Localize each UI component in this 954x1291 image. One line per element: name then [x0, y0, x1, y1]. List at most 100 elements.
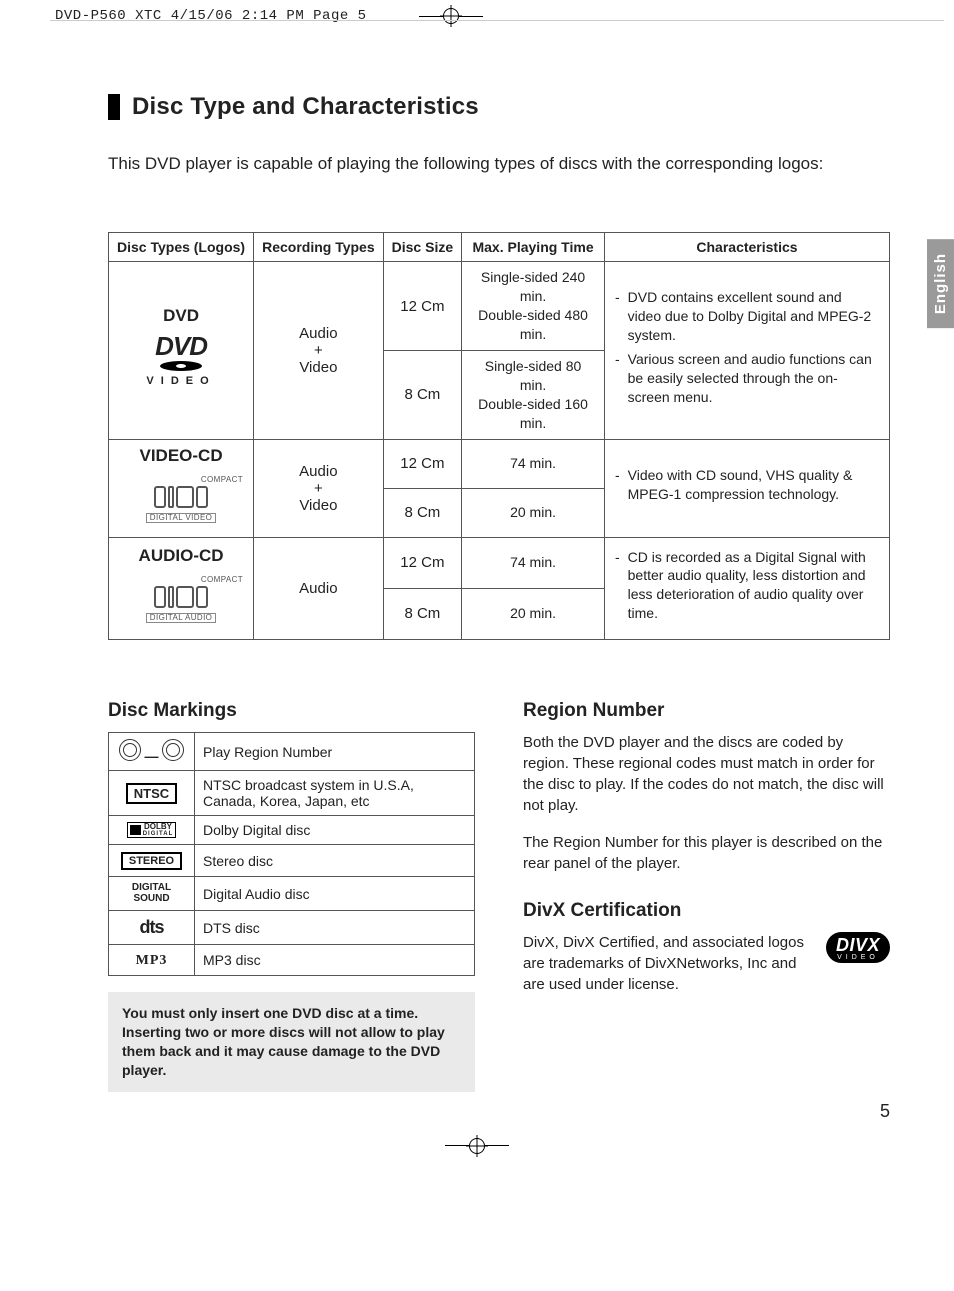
dolby-dd-icon: [130, 825, 141, 835]
dvd-disc-icon: [160, 361, 202, 371]
dvd-logo-top: DVD: [155, 336, 207, 357]
table-row: DOLBY DIGITAL Dolby Digital disc: [109, 816, 475, 845]
table-row: DIGITAL SOUND Digital Audio disc: [109, 877, 475, 911]
disc-type-table: Disc Types (Logos) Recording Types Disc …: [108, 232, 890, 640]
dts-mark: dts: [140, 917, 164, 937]
mark-desc: NTSC broadcast system in U.S.A, Canada, …: [195, 771, 475, 816]
region-paragraph-1: Both the DVD player and the discs are co…: [523, 732, 890, 816]
language-tab: English: [927, 239, 954, 328]
th-recording: Recording Types: [254, 233, 384, 262]
time-cell: Single-sided 80 min. Double-sided 160 mi…: [462, 350, 605, 439]
table-row: VIDEO-CD COMPACT DIGITAL VIDEO Audio + V…: [109, 439, 890, 488]
mark-desc: MP3 disc: [195, 945, 475, 976]
time-cell: 74 min.: [462, 537, 605, 588]
mark-desc: Digital Audio disc: [195, 877, 475, 911]
top-hairline: [50, 20, 944, 21]
globe-icon: [119, 739, 141, 761]
characteristics-cell: Video with CD sound, VHS quality & MPEG-…: [604, 439, 889, 537]
th-disc-types: Disc Types (Logos): [109, 233, 254, 262]
compact-disc-audio-logo: COMPACT DIGITAL AUDIO: [117, 572, 245, 631]
disc-markings-title: Disc Markings: [108, 700, 475, 722]
mark-icon-cell: DOLBY DIGITAL: [109, 816, 195, 845]
dolby-text: DOLBY: [143, 823, 174, 831]
table-row: STEREO Stereo disc: [109, 845, 475, 877]
compact-disc-video-logo: COMPACT DIGITAL VIDEO: [117, 472, 245, 531]
disc-markings-table: — Play Region Number NTSC NTSC broadcast…: [108, 732, 475, 976]
dvd-video-logo: DVD VIDEO: [117, 332, 245, 395]
cd-compact-text: COMPACT: [201, 576, 243, 584]
divx-logo: DIVX VIDEO: [826, 932, 890, 963]
disc-type-cell: AUDIO-CD COMPACT DIGITAL AUDIO: [109, 537, 254, 640]
mark-desc: Stereo disc: [195, 845, 475, 877]
table-row: NTSC NTSC broadcast system in U.S.A, Can…: [109, 771, 475, 816]
divx-logo-main: DIVX: [836, 936, 880, 954]
char-item: DVD contains excellent sound and video d…: [628, 288, 879, 345]
recording-cell: Audio: [254, 537, 384, 640]
char-item: Various screen and audio functions can b…: [628, 350, 879, 407]
char-item: CD is recorded as a Digital Signal with …: [628, 548, 879, 624]
print-job-text: DVD-P560_XTC 4/15/06 2:14 PM Page 5: [55, 8, 367, 24]
cd-compact-text: COMPACT: [201, 476, 243, 484]
mark-desc: DTS disc: [195, 911, 475, 945]
cd-sub-text: DIGITAL AUDIO: [146, 613, 217, 623]
table-row: AUDIO-CD COMPACT DIGITAL AUDIO Audio 12 …: [109, 537, 890, 588]
disc-label: DVD: [117, 306, 245, 326]
table-row: dts DTS disc: [109, 911, 475, 945]
size-cell: 12 Cm: [383, 439, 461, 488]
characteristics-cell: CD is recorded as a Digital Signal with …: [604, 537, 889, 640]
stereo-mark: STEREO: [121, 852, 182, 870]
globe-icon: [162, 739, 184, 761]
dolby-sub: DIGITAL: [143, 831, 174, 837]
mark-icon-cell: DIGITAL SOUND: [109, 877, 195, 911]
ntsc-mark: NTSC: [126, 783, 177, 804]
region-number-title: Region Number: [523, 700, 890, 722]
th-characteristics: Characteristics: [604, 233, 889, 262]
disc-label: VIDEO-CD: [117, 446, 245, 466]
cd-sub-text: DIGITAL VIDEO: [146, 513, 217, 523]
digital-sound-mark: DIGITAL SOUND: [117, 883, 186, 904]
registration-mark-bottom: [445, 1138, 509, 1154]
disc-type-cell: VIDEO-CD COMPACT DIGITAL VIDEO: [109, 439, 254, 537]
mark-icon-cell: STEREO: [109, 845, 195, 877]
mark-icon-cell: MP3: [109, 945, 195, 976]
mark-icon-cell: dts: [109, 911, 195, 945]
page-number: 5: [880, 1101, 890, 1122]
mp3-mark: MP3: [136, 953, 168, 968]
table-row: — Play Region Number: [109, 733, 475, 771]
mark-icon-cell: NTSC: [109, 771, 195, 816]
size-cell: 8 Cm: [383, 488, 461, 537]
th-disc-size: Disc Size: [383, 233, 461, 262]
size-cell: 12 Cm: [383, 262, 461, 351]
th-max-time: Max. Playing Time: [462, 233, 605, 262]
intro-paragraph: This DVD player is capable of playing th…: [108, 154, 890, 174]
dolby-digital-mark: DOLBY DIGITAL: [127, 822, 177, 838]
divx-text: DivX, DivX Certified, and associated log…: [523, 932, 812, 995]
cd-glyph-icon: [154, 486, 208, 508]
table-row: MP3 MP3 disc: [109, 945, 475, 976]
recording-cell: Audio + Video: [254, 262, 384, 439]
disc-type-cell: DVD DVD VIDEO: [109, 262, 254, 439]
region-paragraph-2: The Region Number for this player is des…: [523, 832, 890, 874]
divx-title: DivX Certification: [523, 900, 890, 922]
time-cell: 20 min.: [462, 488, 605, 537]
characteristics-cell: DVD contains excellent sound and video d…: [604, 262, 889, 439]
mark-desc: Dolby Digital disc: [195, 816, 475, 845]
recording-cell: Audio + Video: [254, 439, 384, 537]
cd-glyph-icon: [154, 586, 208, 608]
mark-icon-cell: —: [109, 733, 195, 771]
disc-label: AUDIO-CD: [117, 546, 245, 566]
size-cell: 8 Cm: [383, 350, 461, 439]
registration-mark-top: [419, 8, 483, 24]
table-row: DVD DVD VIDEO Audio + Video 12 Cm Single…: [109, 262, 890, 351]
time-cell: 74 min.: [462, 439, 605, 488]
time-cell: 20 min.: [462, 588, 605, 639]
section-title: Disc Type and Characteristics: [108, 94, 890, 120]
mark-desc: Play Region Number: [195, 733, 475, 771]
dvd-logo-bottom: VIDEO: [146, 375, 215, 387]
warning-box: You must only insert one DVD disc at a t…: [108, 992, 475, 1092]
char-item: Video with CD sound, VHS quality & MPEG-…: [628, 466, 879, 504]
divx-logo-sub: VIDEO: [836, 954, 880, 961]
size-cell: 12 Cm: [383, 537, 461, 588]
time-cell: Single-sided 240 min. Double-sided 480 m…: [462, 262, 605, 351]
size-cell: 8 Cm: [383, 588, 461, 639]
